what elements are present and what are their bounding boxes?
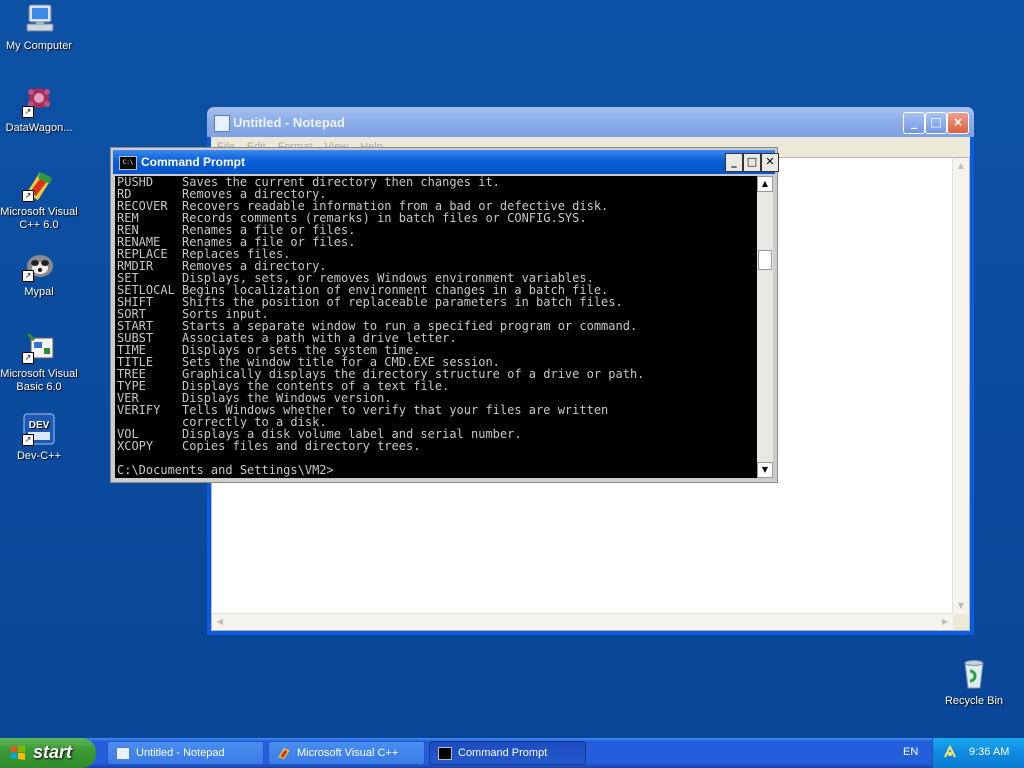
notepad-icon (116, 747, 130, 760)
scroll-down-icon[interactable]: ▼ (954, 599, 968, 613)
start-button[interactable]: start (0, 738, 96, 768)
taskbar-button-notepad[interactable]: Untitled - Notepad (107, 741, 264, 765)
language-indicator[interactable]: EN (903, 746, 918, 758)
desktop-icon-mypal[interactable]: ↗ Mypal (0, 248, 78, 299)
datawagon-icon: ↗ (22, 84, 56, 118)
taskbar-button-label: Untitled - Notepad (136, 747, 225, 759)
cmd-scroll-thumb[interactable] (758, 250, 772, 270)
cmd-scroll-up-icon[interactable]: ▲ (757, 176, 773, 192)
console-line: XCOPY Copies files and directory trees. (117, 439, 421, 453)
desktop-icon-my-computer[interactable]: My Computer (0, 2, 78, 53)
scroll-right-icon[interactable]: ▶ (938, 615, 952, 629)
desktop-icon-visual-cpp[interactable]: ↗ Microsoft Visual C++ 6.0 (0, 168, 78, 232)
desktop-icon-label: My Computer (5, 40, 73, 52)
visual-basic-icon: ↗ (22, 330, 56, 364)
cmd-icon: C:\ (119, 156, 137, 170)
command-prompt-window[interactable]: C:\ Command Prompt _ □ ✕ PUSHD Saves the… (110, 147, 779, 483)
minimize-button[interactable]: _ (903, 112, 925, 134)
taskbar-button-label: Command Prompt (458, 747, 548, 759)
network-icon[interactable] (943, 745, 957, 759)
cmd-close-button[interactable]: ✕ (761, 153, 779, 172)
scroll-left-icon[interactable]: ◀ (213, 615, 227, 629)
scroll-up-icon[interactable]: ▲ (954, 159, 968, 173)
desktop-icon-visual-basic[interactable]: ↗ Microsoft Visual Basic 6.0 (0, 330, 78, 394)
visual-cpp-icon: ↗ (22, 168, 56, 202)
mypal-icon: ↗ (22, 248, 56, 282)
computer-icon (22, 2, 56, 36)
cmd-maximize-button[interactable]: □ (743, 153, 761, 172)
visual-cpp-icon (278, 747, 290, 760)
taskbar-button-command-prompt[interactable]: Command Prompt (429, 741, 586, 765)
clock[interactable]: 9:36 AM (969, 746, 1009, 758)
windows-flag-icon (11, 745, 25, 760)
recycle-bin-icon (957, 657, 991, 691)
start-label: start (33, 742, 73, 762)
shortcut-arrow-icon: ↗ (22, 270, 34, 282)
maximize-button[interactable]: □ (925, 112, 947, 134)
desktop-icon-label: Mypal (24, 286, 54, 298)
size-grip[interactable] (953, 614, 969, 630)
desktop-icon-label: DataWagon... (5, 122, 73, 134)
shortcut-arrow-icon: ↗ (22, 106, 34, 118)
cmd-minimize-button[interactable]: _ (725, 153, 743, 172)
notepad-titlebar[interactable]: Untitled - Notepad _ □ × (207, 107, 974, 137)
desktop-icon-label: Dev-C++ (16, 450, 62, 462)
taskbar-button-visual-cpp[interactable]: Microsoft Visual C++ (268, 741, 425, 765)
notepad-vertical-scrollbar[interactable]: ▲ ▼ (952, 158, 969, 614)
taskbar: start Untitled - Notepad Microsoft Visua… (0, 738, 1024, 768)
shortcut-arrow-icon: ↗ (22, 352, 34, 364)
notepad-title: Untitled - Notepad (233, 115, 345, 130)
desktop-icon-devcpp[interactable]: DEV ↗ Dev-C++ (0, 412, 78, 463)
system-tray: 9:36 AM (932, 738, 1024, 768)
cmd-vertical-scrollbar[interactable]: ▲ ▼ (757, 176, 773, 478)
cmd-icon (438, 747, 452, 760)
desktop-icon-label: Microsoft Visual Basic 6.0 (0, 368, 78, 393)
taskbar-button-label: Microsoft Visual C++ (297, 747, 399, 759)
close-button[interactable]: × (947, 112, 969, 134)
notepad-horizontal-scrollbar[interactable]: ◀ ▶ (212, 613, 953, 630)
cmd-titlebar[interactable]: C:\ Command Prompt _ □ ✕ (113, 150, 779, 174)
desktop-icon-recycle-bin[interactable]: Recycle Bin (935, 657, 1013, 708)
devcpp-icon: DEV ↗ (22, 412, 56, 446)
shortcut-arrow-icon: ↗ (22, 190, 34, 202)
cmd-console-output[interactable]: PUSHD Saves the current directory then c… (115, 176, 757, 478)
cmd-scroll-down-icon[interactable]: ▼ (757, 462, 773, 478)
desktop-icon-datawagon[interactable]: ↗ DataWagon... (0, 84, 78, 135)
console-line: C:\Documents and Settings\VM2> (117, 463, 334, 477)
devcpp-badge-text: DEV (29, 420, 50, 431)
notepad-icon (214, 115, 230, 132)
shortcut-arrow-icon: ↗ (22, 434, 34, 446)
cmd-title: Command Prompt (141, 155, 246, 169)
desktop-icon-label: Recycle Bin (944, 695, 1004, 707)
desktop-icon-label: Microsoft Visual C++ 6.0 (0, 206, 78, 231)
